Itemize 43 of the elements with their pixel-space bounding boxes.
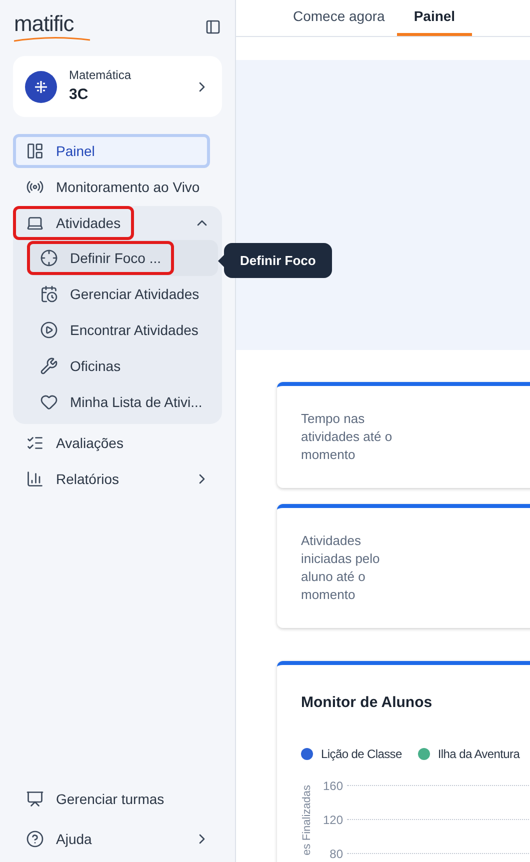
wrench-icon [40, 357, 58, 375]
y-axis-label: es Finalizadas [300, 784, 314, 855]
y-tick-label: 120 [322, 812, 343, 828]
layout-icon [26, 142, 44, 160]
stat-label: Atividades iniciadas pelo aluno até o momento [301, 532, 381, 604]
logo-swoosh-icon [14, 36, 90, 42]
stat-label: Tempo nas atividades até o momento [301, 410, 394, 464]
legend-label: Lição de Classe [321, 746, 402, 762]
nav-item[interactable]: Oficinas [27, 349, 134, 383]
nav-item[interactable]: Avaliações [13, 426, 136, 460]
bar-chart-icon [26, 470, 44, 488]
y-tick-label: 80 [328, 846, 343, 862]
nav-item[interactable]: Gerenciar turmas [13, 782, 178, 816]
help-icon [26, 830, 44, 848]
nav-item[interactable]: Atividades [13, 206, 134, 240]
legend-label: Ilha da Aventura [438, 746, 520, 762]
classroom-icon [26, 790, 44, 808]
nav-item[interactable]: Gerenciar Atividades [27, 277, 212, 311]
class-name: 3C [69, 85, 90, 106]
nav-item[interactable]: Relatórios [13, 462, 132, 496]
broadcast-icon [26, 178, 44, 196]
checklist-icon [26, 434, 44, 452]
heart-icon [40, 393, 58, 411]
nav-item[interactable]: Encontrar Atividades [27, 313, 212, 347]
tooltip: Definir Foco [224, 243, 332, 278]
nav-item[interactable]: Painel [13, 134, 210, 168]
card-title: Monitor de Alunos [301, 693, 434, 713]
tab[interactable]: Comece agora [281, 0, 397, 36]
nav-item[interactable]: Minha Lista de Ativi... [27, 385, 216, 419]
nav-item[interactable]: Monitoramento ao Vivo [13, 170, 213, 204]
nav-item[interactable]: Ajuda [13, 822, 105, 856]
laptop-icon [26, 214, 44, 232]
nav-item[interactable]: Definir Foco ... [27, 241, 174, 275]
crosshair-icon [40, 249, 58, 267]
subject-label: Matemática [69, 67, 132, 84]
y-tick-label: 160 [322, 778, 343, 794]
calendar-icon [40, 285, 58, 303]
play-icon [40, 321, 58, 339]
tab[interactable]: Painel [396, 0, 472, 36]
sidebar-toggle-icon[interactable] [205, 19, 221, 35]
logo: matific [14, 12, 75, 36]
math-subject-icon [25, 70, 57, 102]
class-card[interactable]: Matemática 3C [13, 56, 222, 117]
